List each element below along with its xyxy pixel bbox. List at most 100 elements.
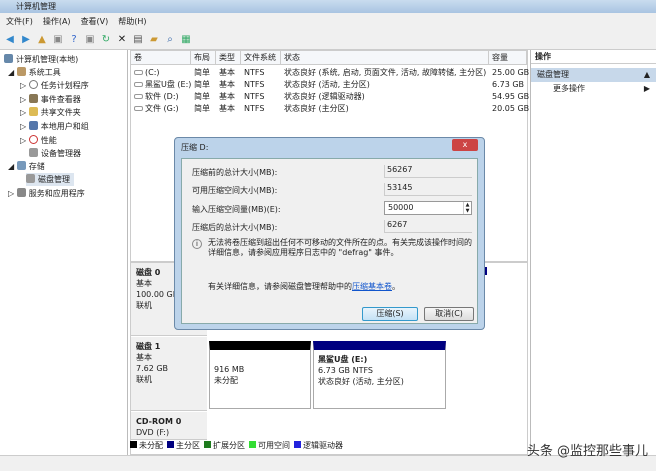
window-title: 计算机管理 xyxy=(16,2,56,11)
field-label: 输入压缩空间量(MB)(E): xyxy=(192,205,281,214)
menu-view[interactable]: 查看(V) xyxy=(81,13,109,30)
actions-section-disk-management[interactable]: 磁盘管理 ▲ xyxy=(531,68,656,82)
table-cell: 20.05 GB xyxy=(492,104,530,113)
tree-item-system-tools[interactable]: ◢ 系统工具 xyxy=(8,66,61,79)
storage-icon xyxy=(16,161,26,170)
shrink-dialog: 压缩 D: x 压缩前的总计大小(MB): 56267 可用压缩空间大小(MB)… xyxy=(174,137,485,330)
settings-icon[interactable]: ▦ xyxy=(180,34,192,46)
event-icon xyxy=(28,94,38,103)
tree-item-performance[interactable]: ▷ 性能 xyxy=(20,134,57,147)
more-actions[interactable]: 更多操作 ▶ xyxy=(531,82,656,96)
tree-item-storage[interactable]: ◢ 存储 xyxy=(8,160,45,173)
services-icon xyxy=(16,188,26,197)
menu-bar: 文件(F) 操作(A) 查看(V) 帮助(H) xyxy=(0,13,656,30)
partition-unallocated[interactable]: 916 MB 未分配 xyxy=(209,341,311,409)
table-cell: 简单 xyxy=(194,68,210,77)
tree-item-event-viewer[interactable]: ▷ 事件查看器 xyxy=(20,93,81,106)
table-cell: 基本 xyxy=(219,68,235,77)
table-cell: 简单 xyxy=(194,104,210,113)
folder-icon xyxy=(28,107,38,116)
table-cell: NTFS xyxy=(244,68,265,77)
column-capacity[interactable]: 容量 xyxy=(489,51,527,65)
available-value: 53145 xyxy=(384,183,472,196)
column-layout[interactable]: 布局 xyxy=(191,51,216,65)
table-cell: 状态良好 (系统, 启动, 页面文件, 活动, 故障转储, 主分区) xyxy=(284,68,487,77)
table-cell: NTFS xyxy=(244,92,265,101)
cancel-button[interactable]: 取消(C) xyxy=(424,307,474,321)
delete-icon[interactable]: ✕ xyxy=(116,34,128,46)
tree-item-disk-management[interactable]: 磁盘管理 xyxy=(26,173,74,186)
actions-pane: 操作 磁盘管理 ▲ 更多操作 ▶ xyxy=(530,50,656,455)
spinner-icon[interactable]: ▲ ▼ xyxy=(463,202,471,214)
tree-item-task-scheduler[interactable]: ▷ 任务计划程序 xyxy=(20,79,89,92)
console-icon[interactable]: ▣ xyxy=(84,34,96,46)
legend-swatch xyxy=(167,441,174,448)
properties-icon[interactable]: ▤ xyxy=(132,34,144,46)
help-text: 有关详细信息，请参阅磁盘管理帮助中的压缩基本卷。 xyxy=(208,282,400,291)
table-cell: NTFS xyxy=(244,80,265,89)
volume-name[interactable]: (C:) xyxy=(131,67,160,79)
legend-item: 扩展分区 xyxy=(204,440,245,451)
toolbar: ◀ ▶ ▲ ▣ ? ▣ ↻ ✕ ▤ ▰ ⌕ ▦ xyxy=(0,30,656,50)
legend-swatch xyxy=(249,441,256,448)
volume-name[interactable]: 文件 (G:) xyxy=(131,103,179,115)
tree-item-computer-management[interactable]: 计算机管理(本地) xyxy=(4,53,78,66)
up-folder-icon[interactable]: ▲ xyxy=(36,34,48,46)
table-cell: 简单 xyxy=(194,80,210,89)
column-type[interactable]: 类型 xyxy=(216,51,241,65)
watermark: 头条 @监控那些事儿 xyxy=(526,444,648,459)
tree-item-shared-folders[interactable]: ▷ 共享文件夹 xyxy=(20,106,81,119)
submenu-arrow-icon: ▶ xyxy=(643,84,650,93)
forward-icon[interactable]: ▶ xyxy=(20,34,32,46)
legend: 未分配 主分区 扩展分区 可用空间 逻辑驱动器 xyxy=(130,440,343,451)
shrink-amount-input[interactable]: 50000 ▲ ▼ xyxy=(384,201,472,215)
disk-icon xyxy=(26,174,35,183)
column-status[interactable]: 状态 xyxy=(281,51,489,65)
field-label: 可用压缩空间大小(MB): xyxy=(192,186,278,195)
collapse-icon: ▲ xyxy=(643,70,650,79)
drive-icon xyxy=(134,70,143,75)
navigation-tree: 计算机管理(本地) ◢ 系统工具 ▷ 任务计划程序 ▷ 事件查看器 ▷ 共享文件… xyxy=(0,50,128,455)
table-cell: 状态良好 (活动, 主分区) xyxy=(284,80,370,89)
column-volume[interactable]: 卷 xyxy=(131,51,191,65)
table-cell: 54.95 GB xyxy=(492,92,530,101)
help-link[interactable]: 压缩基本卷 xyxy=(352,282,392,291)
field-label: 压缩前的总计大小(MB): xyxy=(192,168,278,177)
menu-action[interactable]: 操作(A) xyxy=(43,13,71,30)
partition-e[interactable]: 黑鲨U盘 (E:) 6.73 GB NTFS 状态良好 (活动, 主分区) xyxy=(313,341,446,409)
drive-icon xyxy=(134,106,143,111)
drive-icon xyxy=(134,94,143,99)
tree-item-local-users[interactable]: ▷ 本地用户和组 xyxy=(20,120,89,133)
users-icon xyxy=(28,121,38,130)
cdrom-label[interactable]: CD-ROM 0 DVD (F:) xyxy=(131,412,207,440)
shrink-button[interactable]: 压缩(S) xyxy=(362,307,418,321)
field-label: 压缩后的总计大小(MB): xyxy=(192,223,278,232)
info-icon: i xyxy=(192,239,202,249)
dialog-title: 压缩 D: xyxy=(181,143,209,152)
volume-name[interactable]: 黑鲨U盘 (E:) xyxy=(131,79,191,91)
close-button[interactable]: x xyxy=(452,139,478,151)
back-icon[interactable]: ◀ xyxy=(4,34,16,46)
show-hide-tree-icon[interactable]: ▣ xyxy=(52,34,64,46)
column-filesystem[interactable]: 文件系统 xyxy=(241,51,281,65)
tree-item-device-manager[interactable]: 设备管理器 xyxy=(29,147,81,160)
help-icon[interactable]: ? xyxy=(68,34,80,46)
drive-icon xyxy=(134,82,143,87)
volume-name[interactable]: 软件 (D:) xyxy=(131,91,179,103)
actions-header: 操作 xyxy=(531,50,656,64)
menu-file[interactable]: 文件(F) xyxy=(6,13,33,30)
table-cell: 25.00 GB xyxy=(492,68,530,77)
open-icon[interactable]: ▰ xyxy=(148,34,160,46)
legend-item: 主分区 xyxy=(167,440,200,451)
table-cell: 状态良好 (主分区) xyxy=(284,104,349,113)
table-cell: 基本 xyxy=(219,80,235,89)
refresh-icon[interactable]: ↻ xyxy=(100,34,112,46)
disk-1-label[interactable]: 磁盘 1 基本 7.62 GB 联机 xyxy=(131,337,207,411)
table-cell: 简单 xyxy=(194,92,210,101)
menu-help[interactable]: 帮助(H) xyxy=(118,13,146,30)
tree-item-services[interactable]: ▷ 服务和应用程序 xyxy=(8,187,85,200)
tools-icon xyxy=(16,67,26,76)
search-icon[interactable]: ⌕ xyxy=(164,34,176,46)
computer-icon xyxy=(4,54,13,63)
table-cell: 6.73 GB xyxy=(492,80,525,89)
